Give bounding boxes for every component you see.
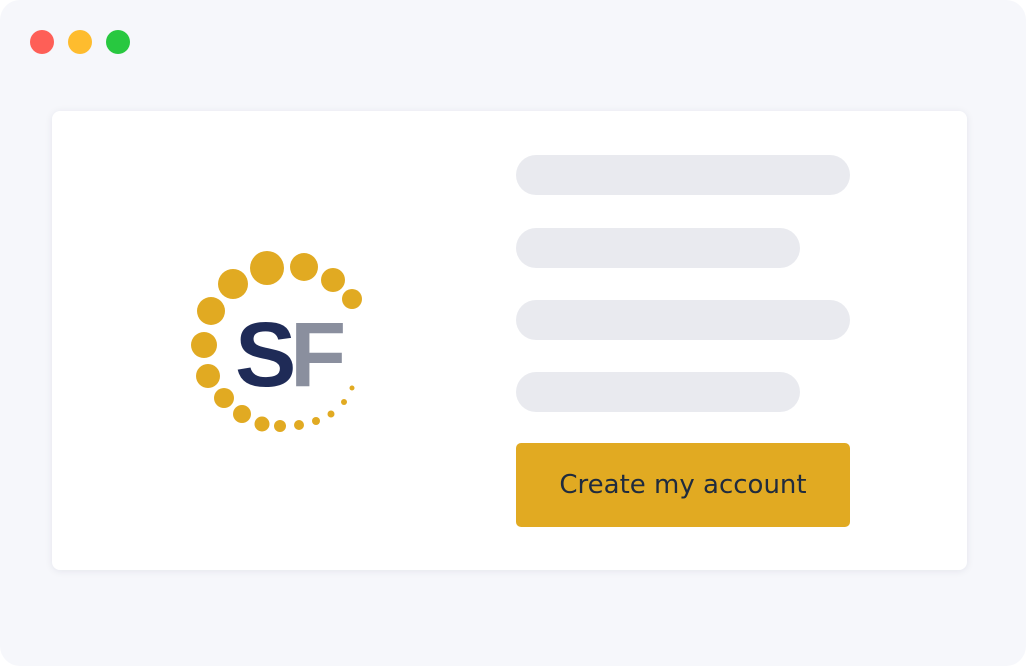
close-window-button[interactable] xyxy=(30,30,54,54)
logo-dot xyxy=(254,416,270,432)
logo-letter-f: F xyxy=(290,304,346,406)
logo-dot xyxy=(290,253,318,281)
form-field-2[interactable] xyxy=(516,228,800,268)
window-controls xyxy=(30,30,130,54)
logo-dot xyxy=(250,251,284,285)
logo-dot xyxy=(218,269,248,299)
form-field-1[interactable] xyxy=(516,155,850,195)
sf-logo-icon: S F xyxy=(191,251,362,432)
create-account-button[interactable]: Create my account xyxy=(516,443,850,527)
logo-letter-s: S xyxy=(235,304,296,406)
minimize-window-button[interactable] xyxy=(68,30,92,54)
logo-dot xyxy=(312,417,320,425)
logo-dot xyxy=(233,405,251,423)
logo-dot xyxy=(294,420,304,430)
create-account-label: Create my account xyxy=(559,470,807,500)
logo-dot xyxy=(197,297,225,325)
logo-dot xyxy=(321,268,345,292)
signup-card: S F Create my account xyxy=(52,111,967,570)
logo-dot xyxy=(214,388,234,408)
logo-dot xyxy=(274,420,286,432)
logo-dot xyxy=(327,410,335,418)
browser-window: S F Create my account xyxy=(0,0,1026,666)
logo-dot xyxy=(349,385,355,391)
zoom-window-button[interactable] xyxy=(106,30,130,54)
logo-dot xyxy=(191,332,217,358)
logo-dot xyxy=(196,364,220,388)
form-field-4[interactable] xyxy=(516,372,800,412)
form-field-3[interactable] xyxy=(516,300,850,340)
